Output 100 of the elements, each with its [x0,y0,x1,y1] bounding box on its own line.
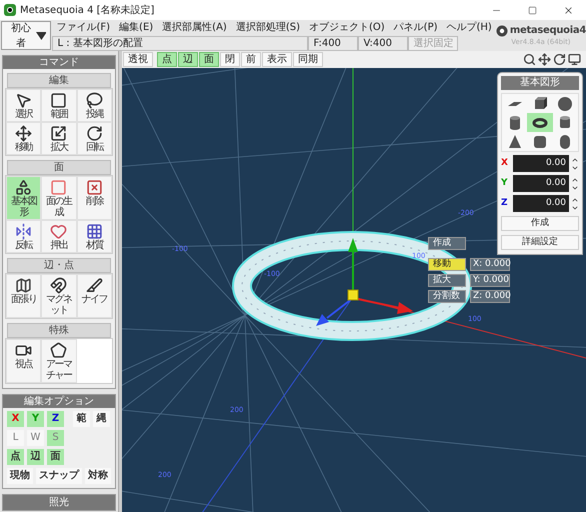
search-icon[interactable] [523,53,536,66]
view-toggle[interactable]: 表示 [262,52,292,67]
tool-button[interactable]: 反転 [6,220,42,253]
view-toggle[interactable]: 辺 [178,52,198,67]
option-toggle[interactable]: Z [47,411,64,427]
plane-shape-icon [508,102,522,106]
window-title: Metasequoia 4 [名称未設定] [20,4,154,18]
heart-icon [50,223,68,240]
tool-button[interactable]: 投縄 [76,89,112,122]
section-title: 面 [7,160,111,175]
tool-button[interactable]: 回転 [76,122,112,155]
tool-button[interactable]: 基本図形 [6,176,42,220]
pipe-shape-icon [558,114,572,130]
tool-action-button[interactable]: 移動 [428,258,466,271]
magnet-icon [50,277,68,294]
rotate-view-icon[interactable] [553,53,566,66]
tool-button[interactable]: 移動 [6,122,42,155]
tool-action-button[interactable]: 拡大 [428,274,466,287]
hint-field: L : 基本図形の配置 [52,36,308,51]
section-title: 辺・点 [7,258,111,273]
tool-button[interactable]: 拡大 [41,122,77,155]
close-icon [562,4,574,16]
option-toggle[interactable]: スナップ [36,468,82,484]
rounded-cube-shape-icon [532,134,547,150]
option-toggle[interactable]: 点 [7,449,24,465]
section-title: 特殊 [7,323,111,338]
panel-button[interactable]: 作成 [501,216,579,231]
maximize-icon [528,6,536,14]
axis-label: Z [501,196,509,210]
section-title: 編集 [7,73,111,88]
view-toggle[interactable]: 前 [241,52,261,67]
tool-button[interactable]: 選択 [6,89,42,122]
dropdown-caret-icon [36,32,46,40]
grid-icon [86,223,103,240]
scrollbar[interactable] [118,51,122,512]
option-toggle[interactable]: 辺 [27,449,44,465]
center-cube [348,290,358,300]
option-toggle[interactable]: 範 [73,411,90,427]
shape-button[interactable] [527,113,553,132]
menu-item[interactable]: ファイル(F) [52,21,114,35]
tool-button[interactable]: 削除 [76,176,112,220]
coordinate-value: Y: 0.000 [470,274,510,287]
rotate-icon [86,125,103,142]
panel-button[interactable]: 詳細設定 [501,235,579,250]
option-toggle[interactable]: 対称 [85,468,111,484]
lighting-panel-header[interactable]: 照光 [2,494,116,511]
panel-header: 編集オプション [3,395,115,408]
tool-button[interactable]: 押出 [41,220,77,253]
move-view-icon[interactable] [538,53,551,66]
axis-label: X [501,156,509,170]
logo-mark-icon [496,25,508,37]
number-field[interactable]: 0.00 [513,195,569,212]
torus-shape-icon [532,118,548,128]
pentagon-icon [50,342,68,359]
menu-item[interactable]: パネル(P) [390,21,442,35]
logo-text: metasequoia4 [510,24,586,38]
create-button[interactable]: 作成 [428,237,466,250]
tool-button[interactable]: 材質 [76,220,112,253]
menu-item[interactable]: 編集(E) [115,21,158,35]
tool-action-button[interactable]: 分割数 [428,290,466,303]
tool-button[interactable]: ナイフ [76,274,112,318]
tool-button[interactable]: 視点 [6,339,42,383]
menu-item[interactable]: 選択部属性(A) [158,21,231,35]
folded-sheet-icon [15,277,32,294]
view-toggle[interactable]: 透視 [123,52,153,67]
view-toggle[interactable]: 閉 [220,52,240,67]
cube-shape-icon [532,96,547,112]
lasso-icon [86,92,103,109]
tool-button[interactable]: 面張り [6,274,42,318]
coordinate-value: Z: 0.000 [470,290,510,303]
tool-button[interactable]: 面の生成 [41,176,77,220]
tool-button[interactable]: アーマチャー [41,339,77,383]
tool-button[interactable]: 範囲 [41,89,77,122]
option-toggle[interactable]: 面 [47,449,64,465]
cone-shape-icon [508,134,522,150]
mode-dropdown[interactable]: 初心者 [1,21,52,50]
menu-item[interactable]: ヘルプ(H) [442,21,496,35]
number-field[interactable]: 0.00 [513,155,569,172]
vertex-count: V:400 [358,36,408,51]
view-toggle[interactable]: 点 [157,52,177,67]
move-icon [15,125,32,142]
coordinate-value: X: 0.000 [470,258,510,271]
monitor-icon[interactable] [568,53,581,66]
number-field[interactable]: 0.00 [513,175,569,192]
view-toggle[interactable]: 同期 [293,52,323,67]
option-toggle[interactable]: 縄 [93,411,110,427]
knife-icon [86,277,103,294]
capsule-shape-icon [558,134,572,150]
panel-header: コマンド [3,56,115,69]
view-toggle[interactable]: 面 [199,52,219,67]
option-toggle[interactable]: 現物 [7,468,33,484]
square-icon [50,92,68,109]
menu-item[interactable]: オブジェクト(O) [304,21,389,35]
app-logo-icon [4,4,16,16]
scale-icon [50,125,68,142]
tool-button[interactable]: マグネット [41,274,77,318]
square-icon [50,179,68,196]
cross-box-icon [86,179,103,196]
menu-item[interactable]: 選択部処理(S) [232,21,304,35]
face-count: F:400 [308,36,358,51]
